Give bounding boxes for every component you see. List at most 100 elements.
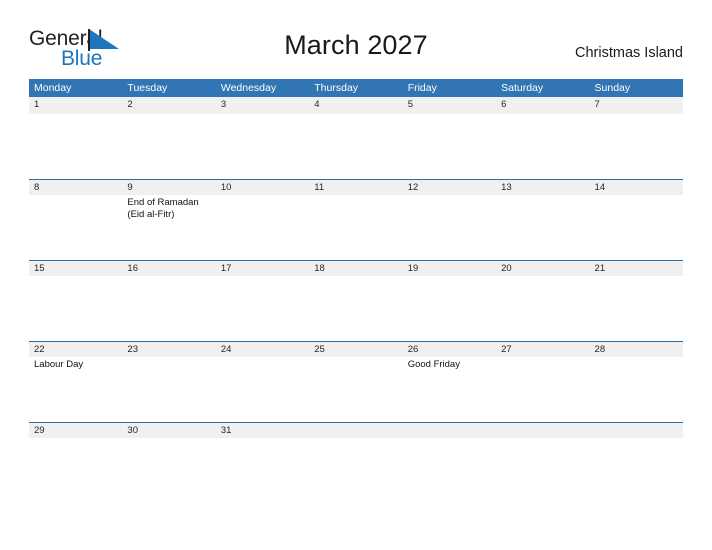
date-cell xyxy=(590,423,683,438)
date-cell[interactable]: 25 xyxy=(309,342,402,357)
event-cell[interactable] xyxy=(216,195,309,260)
date-cell[interactable]: 30 xyxy=(122,423,215,438)
event-cell[interactable] xyxy=(216,438,309,464)
event-cell[interactable]: Good Friday xyxy=(403,357,496,422)
week-row: 1 2 3 4 5 6 7 xyxy=(29,97,683,179)
event-cell[interactable] xyxy=(590,114,683,179)
week-row: 22 23 24 25 26 27 28 Labour Day Good Fri… xyxy=(29,340,683,422)
calendar-table: Monday Tuesday Wednesday Thursday Friday… xyxy=(29,79,683,464)
date-cell[interactable]: 19 xyxy=(403,261,496,276)
event-label: (Eid al-Fitr) xyxy=(127,209,175,220)
event-cell[interactable] xyxy=(29,438,122,464)
event-cell[interactable] xyxy=(29,195,122,260)
event-cell xyxy=(309,438,402,464)
week-event-band xyxy=(29,437,683,464)
calendar-page: General Blue March 2027 Christmas Island… xyxy=(0,0,712,550)
event-cell[interactable] xyxy=(590,357,683,422)
date-cell[interactable]: 2 xyxy=(122,97,215,114)
date-cell[interactable]: 12 xyxy=(403,180,496,195)
date-cell[interactable]: 15 xyxy=(29,261,122,276)
event-cell[interactable] xyxy=(590,276,683,341)
event-cell[interactable] xyxy=(496,357,589,422)
event-cell[interactable] xyxy=(309,276,402,341)
event-cell[interactable]: End of Ramadan (Eid al-Fitr) xyxy=(122,195,215,260)
week-event-band: Labour Day Good Friday xyxy=(29,356,683,422)
weekday-header-row: Monday Tuesday Wednesday Thursday Friday… xyxy=(29,79,683,97)
date-cell[interactable]: 9 xyxy=(122,180,215,195)
event-cell[interactable] xyxy=(216,276,309,341)
week-date-band: 29 30 31 xyxy=(29,421,683,438)
event-cell[interactable] xyxy=(122,438,215,464)
event-label: End of Ramadan xyxy=(127,196,199,208)
event-cell[interactable] xyxy=(590,195,683,260)
date-cell[interactable]: 28 xyxy=(590,342,683,357)
event-cell[interactable] xyxy=(496,276,589,341)
date-cell[interactable]: 7 xyxy=(590,97,683,114)
date-cell[interactable]: 8 xyxy=(29,180,122,195)
date-cell[interactable]: 24 xyxy=(216,342,309,357)
date-cell[interactable]: 21 xyxy=(590,261,683,276)
date-cell[interactable]: 31 xyxy=(216,423,309,438)
week-date-band: 22 23 24 25 26 27 28 xyxy=(29,340,683,357)
date-cell[interactable]: 18 xyxy=(309,261,402,276)
date-cell[interactable]: 27 xyxy=(496,342,589,357)
weekday-wednesday: Wednesday xyxy=(220,82,277,94)
event-cell[interactable] xyxy=(403,195,496,260)
date-cell[interactable]: 3 xyxy=(216,97,309,114)
country-label: Christmas Island xyxy=(575,45,683,61)
weekday-friday: Friday xyxy=(407,82,437,94)
date-cell[interactable]: 4 xyxy=(309,97,402,114)
week-event-band xyxy=(29,275,683,341)
event-cell[interactable] xyxy=(29,276,122,341)
event-cell xyxy=(590,438,683,464)
date-cell[interactable]: 17 xyxy=(216,261,309,276)
event-cell[interactable] xyxy=(496,114,589,179)
event-cell[interactable] xyxy=(122,114,215,179)
weekday-thursday: Thursday xyxy=(314,82,359,94)
event-cell[interactable] xyxy=(309,114,402,179)
event-cell[interactable]: Labour Day xyxy=(29,357,122,422)
date-cell xyxy=(309,423,402,438)
date-cell[interactable]: 16 xyxy=(122,261,215,276)
date-cell[interactable]: 13 xyxy=(496,180,589,195)
date-cell[interactable]: 23 xyxy=(122,342,215,357)
date-cell[interactable]: 1 xyxy=(29,97,122,114)
event-cell[interactable] xyxy=(122,357,215,422)
week-event-band xyxy=(29,113,683,179)
date-cell[interactable]: 29 xyxy=(29,423,122,438)
event-cell[interactable] xyxy=(122,276,215,341)
date-cell[interactable]: 26 xyxy=(403,342,496,357)
event-cell xyxy=(403,438,496,464)
event-cell[interactable] xyxy=(496,195,589,260)
date-cell[interactable]: 14 xyxy=(590,180,683,195)
event-label: Good Friday xyxy=(407,358,460,370)
event-cell[interactable] xyxy=(216,114,309,179)
event-cell[interactable] xyxy=(216,357,309,422)
week-event-band: End of Ramadan (Eid al-Fitr) xyxy=(29,194,683,260)
date-cell[interactable]: 5 xyxy=(403,97,496,114)
week-row: 8 9 10 11 12 13 14 End of Ramadan (Eid al… xyxy=(29,178,683,260)
event-cell[interactable] xyxy=(309,357,402,422)
week-row: 29 30 31 xyxy=(29,421,683,464)
weekday-sunday: Sunday xyxy=(594,82,631,94)
weekday-saturday: Saturday xyxy=(501,82,544,94)
event-cell xyxy=(496,438,589,464)
date-cell xyxy=(403,423,496,438)
event-cell[interactable] xyxy=(403,114,496,179)
date-cell[interactable]: 6 xyxy=(496,97,589,114)
date-cell[interactable]: 20 xyxy=(496,261,589,276)
week-date-band: 15 16 17 18 19 20 21 xyxy=(29,259,683,276)
weekday-tuesday: Tuesday xyxy=(127,82,168,94)
date-cell[interactable]: 11 xyxy=(309,180,402,195)
date-cell[interactable]: 10 xyxy=(216,180,309,195)
week-row: 15 16 17 18 19 20 21 xyxy=(29,259,683,341)
page-header: General Blue March 2027 Christmas Island xyxy=(29,26,683,72)
event-cell[interactable] xyxy=(403,276,496,341)
date-cell[interactable]: 22 xyxy=(29,342,122,357)
event-cell[interactable] xyxy=(29,114,122,179)
weekday-monday: Monday xyxy=(34,82,72,94)
event-cell[interactable] xyxy=(309,195,402,260)
week-date-band: 1 2 3 4 5 6 7 xyxy=(29,97,683,114)
week-date-band: 8 9 10 11 12 13 14 xyxy=(29,178,683,195)
date-cell xyxy=(496,423,589,438)
